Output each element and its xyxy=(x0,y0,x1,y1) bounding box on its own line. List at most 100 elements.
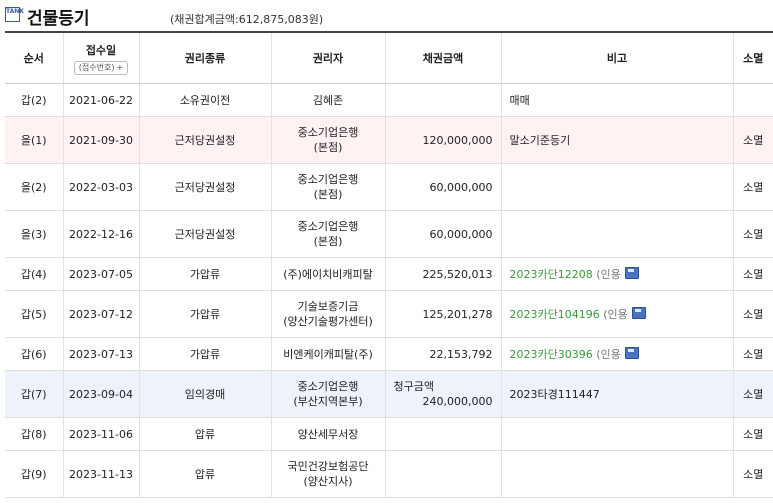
cell-holder: 중소기업은행 (본점) xyxy=(270,163,385,211)
cell-order: 갑(4) xyxy=(5,257,63,291)
section-header: TANK 건물등기 (채권합계금액:612,875,083원) xyxy=(0,0,773,31)
cell-order: 갑(2) xyxy=(5,83,63,117)
cell-date: 2023-11-13 xyxy=(62,450,139,498)
cell-amount: 120,000,000 xyxy=(384,116,501,164)
amount-value: 125,201,278 xyxy=(422,307,493,321)
save-icon[interactable] xyxy=(625,346,640,359)
case-number-link[interactable]: 2023카단104196 xyxy=(510,308,600,321)
cell-holder: 김혜존 xyxy=(270,83,385,117)
holder-branch: (양산지사) xyxy=(303,475,353,488)
cell-cancel: 소멸 xyxy=(732,337,773,371)
receipt-number-label: (접수번호) xyxy=(78,62,115,72)
holder-branch: (양산기술평가센터) xyxy=(283,315,373,328)
cell-date: 2023-11-06 xyxy=(62,417,139,451)
holder-name: 중소기업은행 xyxy=(297,220,359,233)
cell-amount xyxy=(384,450,501,498)
cell-cancel: 소멸 xyxy=(732,290,773,338)
claim-total-text: (채권합계금액:612,875,083원) xyxy=(170,13,324,26)
cell-amount: 125,201,278 xyxy=(384,290,501,338)
col-holder: 권리자 xyxy=(270,31,385,84)
section-title: 건물등기 xyxy=(27,9,90,29)
cell-type: 가압류 xyxy=(138,290,271,338)
save-icon[interactable] xyxy=(625,266,640,279)
citation-label: (인용 xyxy=(596,267,621,281)
cell-type: 소유권이전 xyxy=(138,83,271,117)
amount-value: 120,000,000 xyxy=(422,133,493,147)
cell-amount: 청구금액 240,000,000 xyxy=(384,370,501,418)
cell-date: 2023-07-12 xyxy=(62,290,139,338)
cell-cancel: 소멸 xyxy=(732,210,773,258)
cell-order: 갑(8) xyxy=(5,417,63,451)
table-row: 갑(7) 2023-09-04 임의경매 중소기업은행 (부산지역본부) 청구금액 240,… xyxy=(5,370,773,418)
table-row: 을(3) 2022-12-16 근저당권설정 중소기업은행 (본점) 60,000,000… xyxy=(5,210,773,258)
cell-holder: 국민건강보험공단 (양산지사) xyxy=(270,450,385,498)
case-number-link[interactable]: 2023카단12208 xyxy=(510,268,593,281)
table-row: 갑(2) 2021-06-22 소유권이전 김혜존 매매 xyxy=(5,83,773,117)
col-cancel: 소멸 xyxy=(732,31,773,84)
col-amount: 채권금액 xyxy=(384,31,501,84)
cell-amount: 22,153,792 xyxy=(384,337,501,371)
cell-amount: 60,000,000 xyxy=(384,210,501,258)
cell-date: 2023-09-04 xyxy=(62,370,139,418)
holder-branch: (부산지역본부) xyxy=(293,395,363,408)
cell-cancel: 소멸 xyxy=(732,116,773,164)
col-date-label: 접수일 xyxy=(85,43,117,57)
cell-note: 말소기준등기 xyxy=(500,116,733,164)
amount-value: 60,000,000 xyxy=(429,227,493,241)
cell-order: 을(1) xyxy=(5,116,63,164)
cell-order: 갑(6) xyxy=(5,337,63,371)
cell-type: 임의경매 xyxy=(138,370,271,418)
cell-holder: 중소기업은행 (본점) xyxy=(270,116,385,164)
cell-amount xyxy=(384,83,501,117)
cell-holder: 양산세무서장 xyxy=(270,417,385,451)
receipt-number-toggle-button[interactable]: (접수번호) + xyxy=(73,60,129,75)
col-type: 권리종류 xyxy=(138,31,271,84)
amount-value: 240,000,000 xyxy=(422,395,493,408)
citation-label: (인용 xyxy=(603,307,628,321)
cell-note: 2023타경111447 xyxy=(500,370,733,418)
table-header-row: 순서 접수일 (접수번호) + 권리종류 권리자 채권금액 비고 소멸 xyxy=(5,31,773,84)
cell-note xyxy=(500,417,733,451)
cell-holder: 기술보증기금 (양산기술평가센터) xyxy=(270,290,385,338)
table-row: 갑(9) 2023-11-13 압류 국민건강보험공단 (양산지사) 소멸 xyxy=(5,450,773,498)
case-number-link[interactable]: 2023카단30396 xyxy=(510,348,593,361)
cell-holder: 중소기업은행 (부산지역본부) xyxy=(270,370,385,418)
table-row: 을(2) 2022-03-03 근저당권설정 중소기업은행 (본점) 60,000,000… xyxy=(5,163,773,211)
holder-name: 양산세무서장 xyxy=(297,427,359,441)
col-order: 순서 xyxy=(5,31,63,84)
holder-branch: (본점) xyxy=(313,188,343,201)
cell-type: 근저당권설정 xyxy=(138,116,271,164)
cell-date: 2023-07-13 xyxy=(62,337,139,371)
holder-name: 김혜존 xyxy=(312,93,344,107)
holder-name: 중소기업은행 xyxy=(297,173,359,186)
claim-amount-label: 청구금액 xyxy=(393,380,434,393)
col-note: 비고 xyxy=(500,31,733,84)
cell-cancel: 소멸 xyxy=(732,417,773,451)
tank-logo-icon: TANK xyxy=(5,7,24,22)
cell-order: 갑(5) xyxy=(5,290,63,338)
holder-name: 중소기업은행 xyxy=(297,380,359,393)
holder-branch: (본점) xyxy=(313,235,343,248)
cell-type: 가압류 xyxy=(138,337,271,371)
cell-date: 2023-07-05 xyxy=(62,257,139,291)
cell-amount: 60,000,000 xyxy=(384,163,501,211)
table-row: 갑(6) 2023-07-13 가압류 비엔케이캐피탈(주) 22,153,792 202… xyxy=(5,337,773,371)
cell-date: 2021-06-22 xyxy=(62,83,139,117)
cell-holder: 중소기업은행 (본점) xyxy=(270,210,385,258)
cell-order: 을(3) xyxy=(5,210,63,258)
cell-date: 2022-12-16 xyxy=(62,210,139,258)
table-row: 갑(5) 2023-07-12 가압류 기술보증기금 (양산기술평가센터) 125,201… xyxy=(5,290,773,338)
cell-date: 2021-09-30 xyxy=(62,116,139,164)
cell-note: 2023카단104196 (인용 xyxy=(500,290,733,338)
cell-holder: 비엔케이캐피탈(주) xyxy=(270,337,385,371)
cell-note xyxy=(500,163,733,211)
amount-value: 60,000,000 xyxy=(429,180,493,194)
table-row: 갑(4) 2023-07-05 가압류 (주)에이치비캐피탈 225,520,013 20… xyxy=(5,257,773,291)
cell-type: 압류 xyxy=(138,417,271,451)
note-text: 말소기준등기 xyxy=(509,133,571,147)
cell-note: 매매 xyxy=(500,83,733,117)
save-icon[interactable] xyxy=(632,306,647,319)
note-text: 매매 xyxy=(509,93,530,107)
table-row: 갑(8) 2023-11-06 압류 양산세무서장 소멸 xyxy=(5,417,773,451)
cell-holder: (주)에이치비캐피탈 xyxy=(270,257,385,291)
